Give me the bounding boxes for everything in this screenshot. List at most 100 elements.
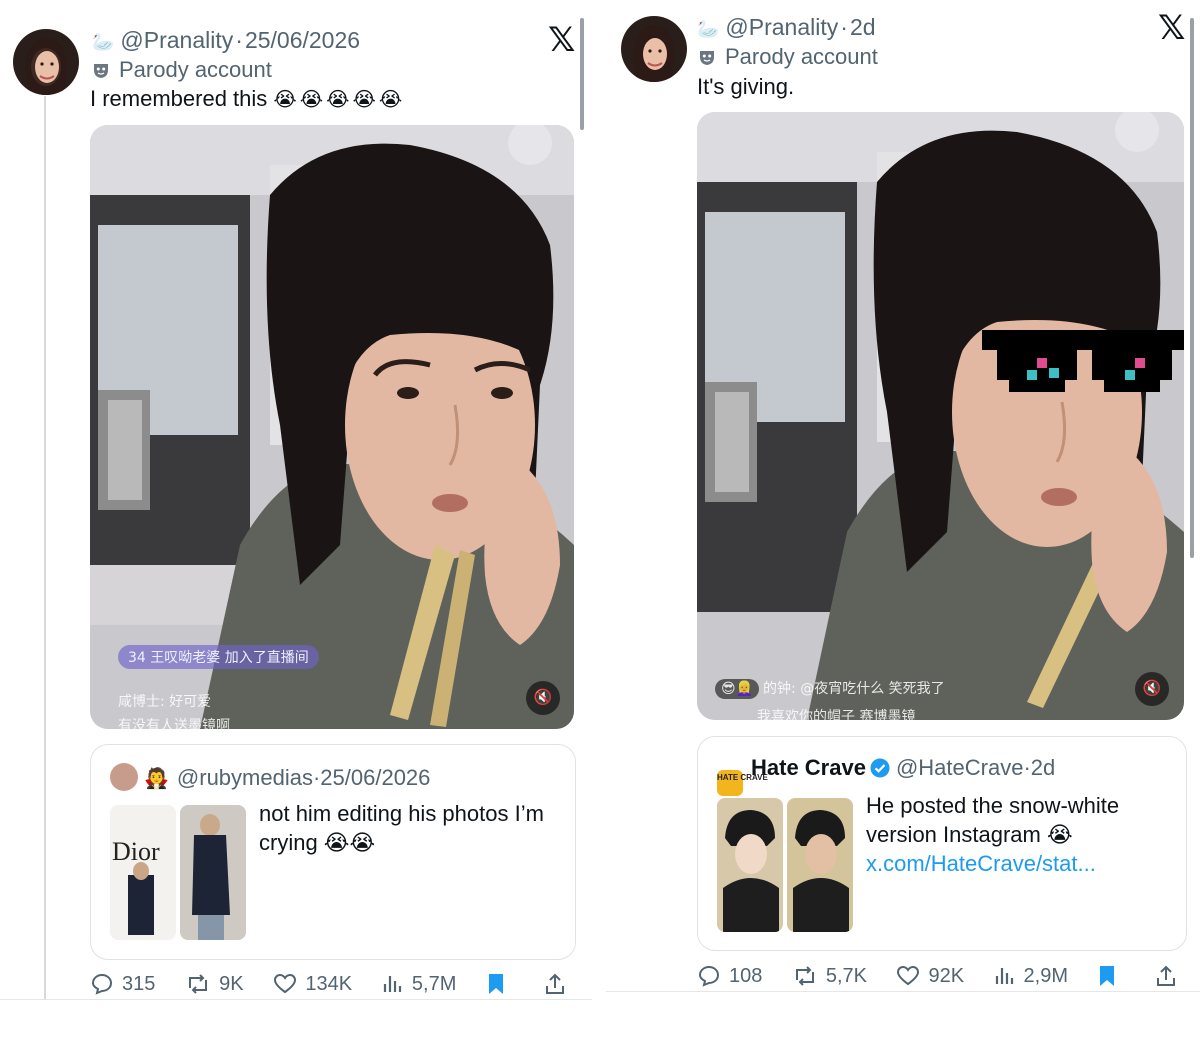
share-button[interactable] [1155, 964, 1185, 988]
live-join-notice: 34 王叹呦老婆 加入了直播间 [118, 645, 319, 669]
bookmark-button[interactable] [1097, 964, 1125, 988]
hatecrave-logo: HATE CRAVE [717, 770, 768, 796]
parody-label: Parody account [698, 44, 878, 70]
like-icon [274, 973, 297, 994]
video-frame [697, 112, 1184, 720]
tweet-video[interactable]: 😎👱‍♀️ 的钟: @夜宵吃什么 笑死我了 我喜欢你的帽子 赛博墨镜 🔇 [697, 112, 1184, 720]
quote-thumbnail[interactable] [787, 798, 853, 932]
verified-icon [870, 758, 890, 778]
quote-timestamp: 2d [1030, 755, 1056, 780]
share-icon [545, 973, 564, 994]
reply-icon [698, 965, 720, 987]
reply-count: 315 [122, 972, 156, 995]
like-icon [897, 965, 920, 986]
parody-label-text: Parody account [119, 57, 272, 82]
views-count: 2,9M [1023, 964, 1068, 987]
avatar[interactable] [621, 16, 687, 82]
live-comment: 我喜欢你的帽子 赛博墨镜 [757, 709, 916, 720]
quote-display-name[interactable]: Hate Crave [751, 755, 866, 780]
quote-thumbnail[interactable] [717, 798, 783, 932]
tweet-text: I remembered this 😭😭😭😭😭 [90, 86, 405, 112]
scrollbar[interactable] [1190, 18, 1194, 558]
user-handle[interactable]: @Pranality [725, 14, 838, 40]
emoji-badge: 😎👱‍♀️ [715, 679, 760, 699]
swan-icon: 🦢 [92, 32, 115, 52]
tweet-video[interactable]: 34 王叹呦老婆 加入了直播间 咸博士: 好可爱 有没有人送墨镜啊 🔇 [90, 125, 574, 729]
quote-tweet-card[interactable]: 🧛 @rubymedias·25/06/2026 Dior not him edi… [90, 744, 576, 960]
x-logo-icon[interactable]: 𝕏 [1158, 8, 1185, 48]
quote-header: HATE CRAVEHate Crave @HateCrave·2d [717, 755, 1055, 796]
scrollbar[interactable] [580, 18, 584, 130]
quote-link[interactable]: x.com/HateCrave/stat... [866, 851, 1096, 876]
quote-handle[interactable]: @rubymedias [177, 765, 313, 790]
tweet-text: It's giving. [697, 74, 795, 99]
divider [606, 991, 1200, 992]
mask-icon [94, 64, 108, 78]
swan-icon: 🦢 [697, 19, 720, 39]
x-logo-icon[interactable]: 𝕏 [548, 20, 575, 60]
quote-text: not him editing his photos I’m crying 😭😭 [259, 801, 544, 855]
repost-count: 5,7K [825, 964, 867, 987]
tweet-header: 🦢 @Pranality·25/06/2026 [92, 27, 360, 54]
tweet-text-content: I remembered this [90, 86, 268, 111]
user-handle[interactable]: @Pranality [120, 27, 233, 53]
mask-icon [700, 51, 714, 65]
separator-dot: · [840, 14, 848, 40]
reply-icon [91, 973, 113, 995]
repost-count: 9K [219, 972, 244, 995]
parody-label: Parody account [92, 57, 272, 83]
live-comment: 有没有人送墨镜啊 [118, 718, 230, 729]
like-button[interactable]: 134K [273, 972, 352, 996]
separator-dot: · [1023, 755, 1031, 780]
repost-button[interactable]: 9K [185, 972, 244, 996]
repost-icon [795, 966, 814, 986]
tweet-header: 🦢 @Pranality·2d [697, 14, 876, 41]
quote-thumbnail[interactable]: Dior [110, 805, 176, 940]
tweet-panel-right: 🦢 @Pranality·2d Parody account It's givin… [606, 0, 1200, 992]
views-count: 5,7M [411, 972, 457, 995]
views-button[interactable]: 5,7M [382, 972, 456, 996]
timestamp[interactable]: 2d [850, 14, 876, 40]
tweet-actions: 315 9K 134K 5,7M [90, 972, 574, 996]
thread-line [44, 96, 46, 1000]
bookmark-icon [489, 974, 504, 994]
quote-tweet-card[interactable]: HATE CRAVEHate Crave @HateCrave·2d He pos… [697, 736, 1187, 951]
bookmark-icon [1100, 966, 1115, 986]
views-icon [995, 968, 1013, 984]
avatar[interactable] [13, 29, 79, 95]
like-count: 134K [305, 972, 353, 995]
divider [0, 999, 592, 1000]
mute-icon[interactable]: 🔇 [1135, 672, 1169, 706]
quote-header: 🧛 @rubymedias·25/06/2026 [110, 763, 430, 791]
repost-icon [189, 974, 208, 994]
quote-handle[interactable]: @HateCrave [896, 755, 1024, 780]
share-button[interactable] [544, 972, 574, 996]
reply-button[interactable]: 315 [90, 972, 155, 996]
video-frame [90, 125, 574, 729]
quote-avatar [110, 763, 138, 791]
quote-thumbnail[interactable] [180, 805, 246, 940]
views-icon [383, 976, 402, 992]
separator-dot: · [235, 27, 243, 53]
quote-text: He posted the snow-white version Instagr… [866, 791, 1166, 878]
quote-text-content: He posted the snow-white version Instagr… [866, 793, 1120, 847]
thumb-brand: Dior [112, 837, 160, 866]
views-button[interactable]: 2,9M [994, 964, 1068, 988]
quote-timestamp: 25/06/2026 [320, 765, 431, 790]
tweet-panel-left: 🦢 @Pranality·25/06/2026 Parody account I … [0, 0, 592, 1000]
tweet-actions: 108 5,7K 92K 2,9M [697, 964, 1185, 988]
crying-emojis: 😭😭😭😭😭 [273, 89, 406, 111]
reply-button[interactable]: 108 [697, 964, 762, 988]
bookmark-button[interactable] [486, 972, 514, 996]
like-button[interactable]: 92K [896, 964, 964, 988]
like-count: 92K [928, 964, 965, 987]
mute-icon[interactable]: 🔇 [526, 681, 560, 715]
repost-button[interactable]: 5,7K [792, 964, 867, 988]
live-comment: 😎👱‍♀️ 的钟: @夜宵吃什么 笑死我了 [715, 678, 945, 699]
vampire-icon: 🧛 [144, 768, 169, 790]
live-comment: 咸博士: 好可爱 [118, 694, 212, 710]
timestamp[interactable]: 25/06/2026 [245, 27, 360, 53]
parody-label-text: Parody account [725, 44, 878, 69]
reply-count: 108 [729, 964, 763, 987]
share-icon [1156, 965, 1175, 986]
